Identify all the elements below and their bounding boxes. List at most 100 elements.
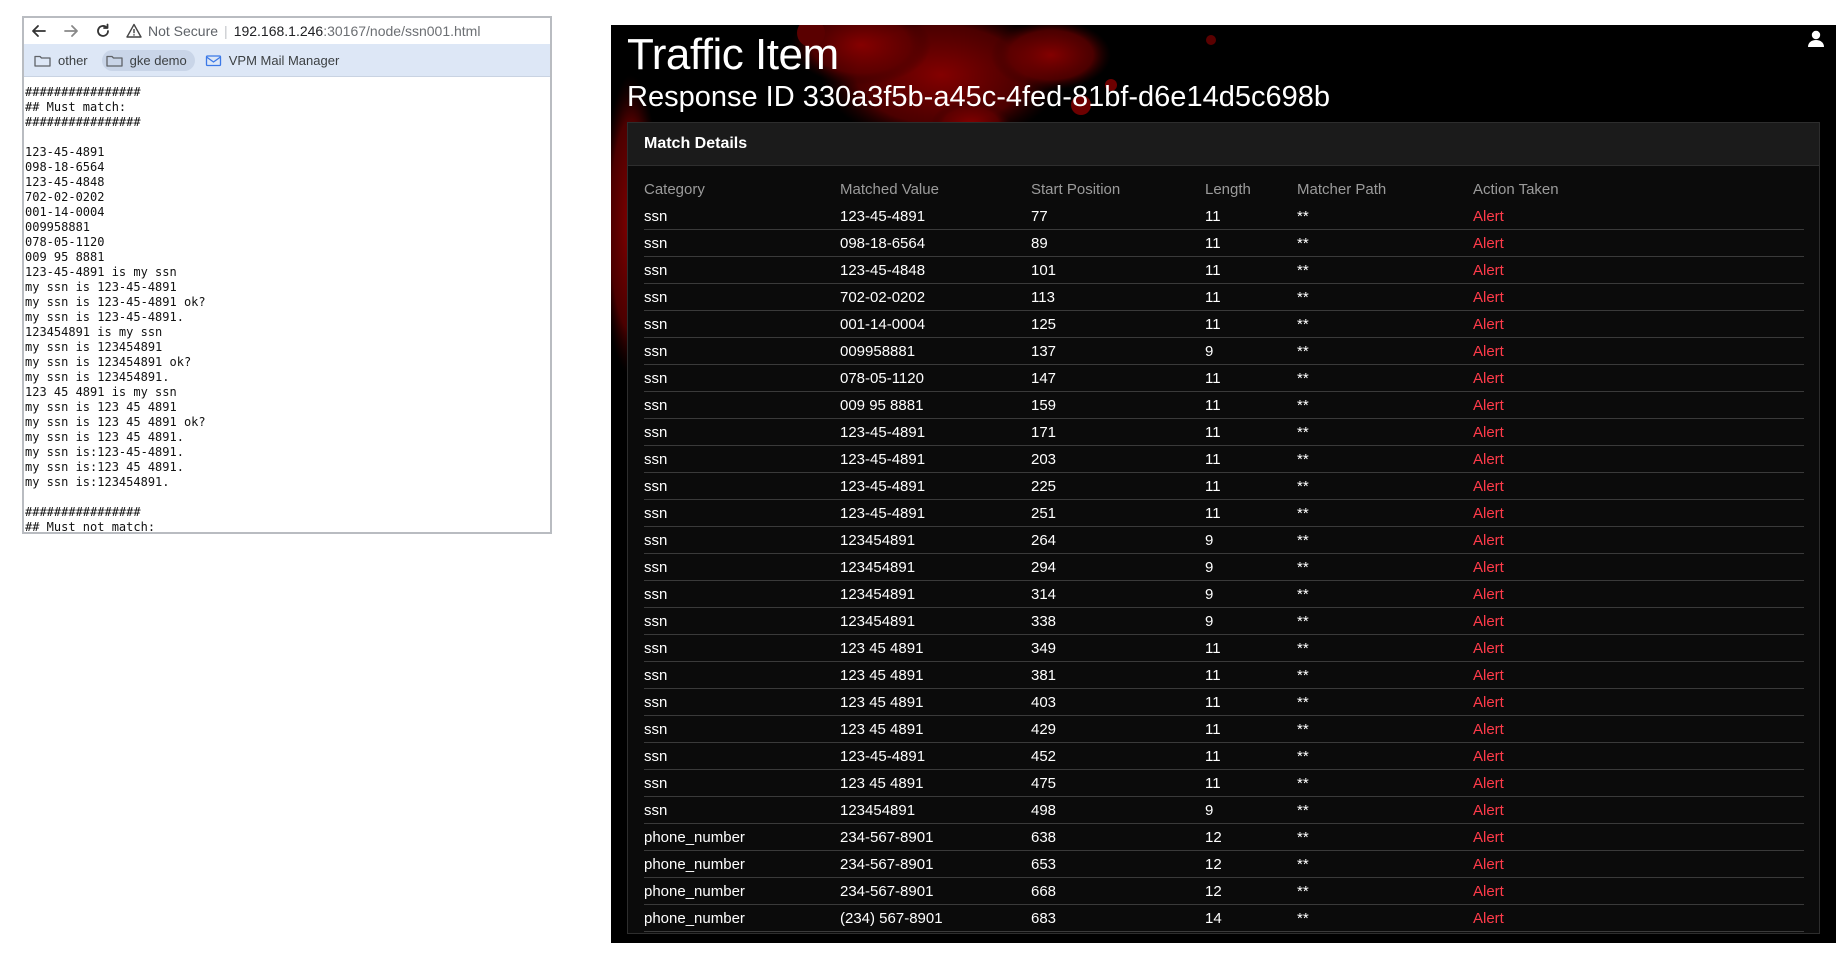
bookmarks-bar: other gke demo VPM Mail Manager: [24, 44, 550, 77]
table-row: ssn 009958881 137 9 ** Alert: [644, 337, 1804, 365]
page-text-line: 009 95 8881: [25, 250, 105, 264]
cell-category: ssn: [644, 337, 840, 365]
cell-matcher-path: **: [1297, 850, 1473, 878]
cell-matched-value: 123 45 4891: [840, 661, 1031, 689]
table-row: ssn 123-45-4848 101 11 ** Alert: [644, 256, 1804, 284]
cell-category: ssn: [644, 607, 840, 635]
cell-category: ssn: [644, 661, 840, 689]
cell-start-position: 89: [1031, 229, 1205, 257]
reload-icon[interactable]: [94, 22, 112, 40]
table-row: ssn 123 45 4891 349 11 ** Alert: [644, 634, 1804, 662]
page-text-line: my ssn is 123454891 ok?: [25, 355, 192, 369]
page-text-line: my ssn is 123-45-4891.: [25, 310, 184, 324]
cell-length: 14: [1205, 904, 1297, 932]
page-text-line: my ssn is:123 45 4891.: [25, 460, 184, 474]
cell-category: ssn: [644, 256, 840, 284]
url-path: :30167/node/ssn001.html: [323, 23, 481, 39]
cell-matcher-path: **: [1297, 634, 1473, 662]
cell-start-position: 251: [1031, 499, 1205, 527]
cell-start-position: 498: [1031, 796, 1205, 824]
page-text-line: [25, 490, 550, 505]
cell-category: ssn: [644, 634, 840, 662]
cell-length: 11: [1205, 688, 1297, 716]
cell-action-taken: Alert: [1473, 877, 1804, 905]
cell-category: ssn: [644, 769, 840, 797]
table-row: ssn 009 95 8881 159 11 ** Alert: [644, 391, 1804, 419]
cell-length: 9: [1205, 337, 1297, 365]
page-text-line: my ssn is 123 45 4891: [25, 400, 177, 414]
page-text-line: my ssn is:123454891.: [25, 475, 170, 489]
column-header-matcher-path: Matcher Path: [1297, 181, 1387, 198]
cell-matched-value: 098-18-6564: [840, 229, 1031, 257]
back-arrow-icon[interactable]: [30, 22, 48, 40]
cell-category: phone_number: [644, 850, 840, 878]
table-row: ssn 123-45-4891 203 11 ** Alert: [644, 445, 1804, 473]
cell-matcher-path: **: [1297, 337, 1473, 365]
page-text-line: 001-14-0004: [25, 205, 105, 219]
match-details-table: Category Matched Value Start Position Le…: [644, 176, 1804, 932]
cell-matched-value: 123-45-4891: [840, 472, 1031, 500]
cell-action-taken: Alert: [1473, 337, 1804, 365]
table-row: ssn 123-45-4891 452 11 ** Alert: [644, 742, 1804, 770]
page-text-line: ## Must not match:: [25, 520, 156, 534]
cell-start-position: 203: [1031, 445, 1205, 473]
cell-action-taken: Alert: [1473, 661, 1804, 689]
cell-action-taken: Alert: [1473, 418, 1804, 446]
cell-length: 9: [1205, 580, 1297, 608]
page-title: Traffic Item: [627, 30, 839, 79]
user-icon[interactable]: [1806, 29, 1826, 49]
cell-start-position: 475: [1031, 769, 1205, 797]
cell-length: 11: [1205, 715, 1297, 743]
cell-matched-value: 123 45 4891: [840, 634, 1031, 662]
bookmark-label: gke demo: [129, 52, 187, 68]
table-row: phone_number (234) 567-8901 683 14 ** Alert: [644, 904, 1804, 932]
cell-category: ssn: [644, 283, 840, 311]
cell-action-taken: Alert: [1473, 445, 1804, 473]
forward-arrow-icon[interactable]: [62, 22, 80, 40]
bookmark-vpm-mail-manager[interactable]: VPM Mail Manager: [201, 50, 348, 71]
page-text-line: [25, 130, 550, 145]
table-row: ssn 078-05-1120 147 11 ** Alert: [644, 364, 1804, 392]
cell-action-taken: Alert: [1473, 229, 1804, 257]
cell-matcher-path: **: [1297, 472, 1473, 500]
cell-matcher-path: **: [1297, 364, 1473, 392]
column-header-matched-value: Matched Value: [840, 181, 939, 198]
cell-action-taken: Alert: [1473, 391, 1804, 419]
cell-matcher-path: **: [1297, 418, 1473, 446]
bookmark-gke-demo[interactable]: gke demo: [101, 49, 195, 71]
cell-matcher-path: **: [1297, 904, 1473, 932]
cell-action-taken: Alert: [1473, 742, 1804, 770]
cell-length: 9: [1205, 526, 1297, 554]
traffic-item-panel: Traffic Item Response ID 330a3f5b-a45c-4…: [611, 25, 1836, 943]
page-text-line: ################: [25, 115, 141, 129]
mail-icon: [205, 54, 221, 66]
cell-start-position: 225: [1031, 472, 1205, 500]
cell-action-taken: Alert: [1473, 823, 1804, 851]
bookmark-other[interactable]: other: [30, 50, 96, 71]
cell-matched-value: 123-45-4891: [840, 742, 1031, 770]
address-bar[interactable]: Not Secure | 192.168.1.246:30167/node/ss…: [126, 20, 542, 42]
warning-icon: [126, 23, 142, 38]
cell-length: 11: [1205, 364, 1297, 392]
page-text-line: 123-45-4891: [25, 145, 105, 159]
cell-length: 11: [1205, 256, 1297, 284]
card-title: Match Details: [628, 123, 1819, 166]
page-text-line: ################: [25, 85, 141, 99]
table-row: ssn 123454891 264 9 ** Alert: [644, 526, 1804, 554]
cell-matched-value: 702-02-0202: [840, 283, 1031, 311]
page-text-line: 123-45-4891 is my ssn: [25, 265, 177, 279]
table-row: ssn 123-45-4891 251 11 ** Alert: [644, 499, 1804, 527]
cell-matcher-path: **: [1297, 553, 1473, 581]
table-row: ssn 123-45-4891 77 11 ** Alert: [644, 203, 1804, 230]
cell-category: ssn: [644, 391, 840, 419]
cell-action-taken: Alert: [1473, 634, 1804, 662]
cell-action-taken: Alert: [1473, 715, 1804, 743]
cell-matcher-path: **: [1297, 796, 1473, 824]
cell-length: 12: [1205, 877, 1297, 905]
page-text-line: my ssn is 123454891: [25, 340, 163, 354]
page-text-line: 078-05-1120: [25, 235, 105, 249]
omnibox-separator: |: [224, 23, 228, 39]
cell-start-position: 668: [1031, 877, 1205, 905]
table-row: ssn 001-14-0004 125 11 ** Alert: [644, 310, 1804, 338]
cell-matched-value: 234-567-8901: [840, 823, 1031, 851]
